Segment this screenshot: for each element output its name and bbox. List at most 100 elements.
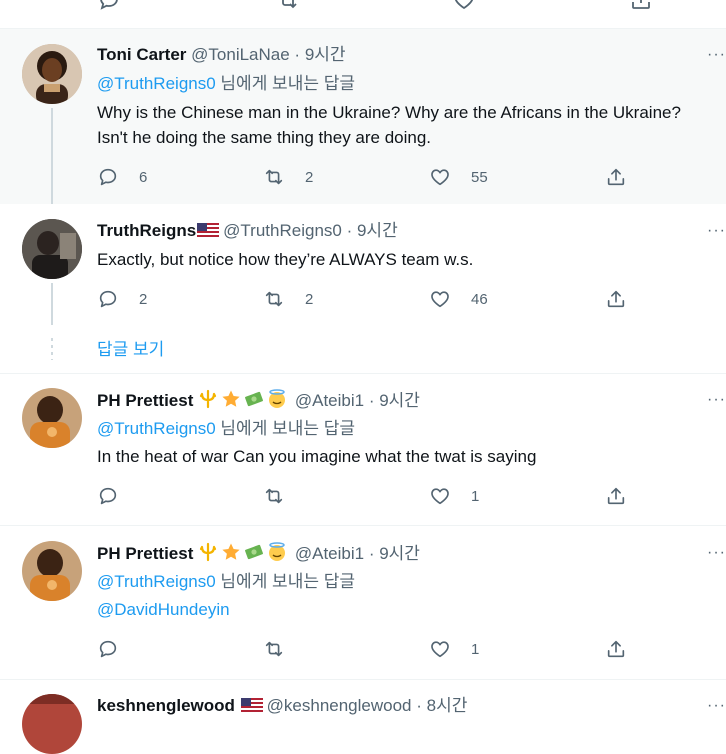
tweet-text: In the heat of war Can you imagine what … — [97, 447, 537, 466]
like-icon — [429, 166, 451, 188]
reply-icon — [97, 166, 119, 188]
retweet-icon — [263, 288, 285, 310]
share-icon — [605, 638, 627, 660]
avatar[interactable] — [22, 694, 82, 754]
share-button[interactable] — [605, 166, 627, 188]
timestamp[interactable]: 9시간 — [305, 45, 346, 64]
retweet-count: 2 — [305, 290, 314, 308]
more-icon[interactable]: ··· — [707, 391, 726, 409]
money-emoji — [245, 391, 264, 407]
retweet-icon[interactable] — [276, 0, 300, 12]
author-handle[interactable]: @TruthReigns0 — [223, 221, 342, 240]
timestamp[interactable]: 9시간 — [357, 221, 398, 240]
share-icon — [605, 166, 627, 188]
tweet-text: Why is the Chinese man in the Ukraine? W… — [97, 103, 681, 147]
reply-icon[interactable] — [97, 0, 121, 12]
author-name[interactable]: PH Prettiest — [97, 391, 193, 410]
retweet-button[interactable]: 2 — [263, 166, 313, 188]
author-name[interactable]: keshnenglewood — [97, 696, 235, 715]
author-handle[interactable]: @Ateibi1 — [295, 544, 364, 563]
tweet-header: PH Prettiest @Ateibi1 · 9시간 — [97, 542, 420, 565]
us-flag-icon — [240, 698, 263, 712]
trident-emoji — [200, 542, 217, 562]
like-button[interactable]: 1 — [429, 485, 479, 507]
timestamp[interactable]: 9시간 — [379, 391, 420, 410]
retweet-button[interactable] — [263, 485, 285, 507]
timestamp[interactable]: 9시간 — [379, 544, 420, 563]
author-handle[interactable]: @Ateibi1 — [295, 391, 364, 410]
mention-link[interactable]: @TruthReigns0 — [97, 74, 216, 93]
halo-emoji — [269, 542, 286, 561]
author-handle[interactable]: @keshnenglewood — [267, 696, 412, 715]
reply-icon — [97, 288, 119, 310]
trident-emoji — [200, 389, 217, 409]
like-count: 46 — [471, 290, 488, 308]
tweet-header: Toni Carter @ToniLaNae · 9시간 — [97, 44, 346, 66]
money-emoji — [245, 544, 264, 560]
share-button[interactable] — [605, 288, 627, 310]
show-replies-link[interactable]: 답글 보기 — [97, 335, 164, 360]
like-icon — [429, 638, 451, 660]
like-button[interactable]: 1 — [429, 638, 479, 660]
reply-to-suffix: 님에게 보내는 답글 — [215, 74, 355, 93]
more-icon[interactable]: ··· — [707, 46, 726, 64]
like-count: 1 — [471, 487, 480, 505]
avatar[interactable] — [22, 219, 82, 279]
replying-to: @TruthReigns0 님에게 보내는 답글 — [97, 73, 355, 95]
avatar[interactable] — [22, 44, 82, 104]
dot-separator: · — [364, 544, 380, 563]
more-icon[interactable]: ··· — [707, 222, 726, 240]
avatar[interactable] — [22, 541, 82, 601]
divider — [0, 679, 726, 680]
author-name[interactable]: TruthReigns — [97, 221, 196, 240]
reply-button[interactable]: 6 — [97, 166, 147, 188]
reply-to-suffix: 님에게 보내는 답글 — [215, 419, 355, 438]
like-count: 1 — [471, 640, 480, 658]
reply-to-suffix: 님에게 보내는 답글 — [215, 572, 355, 591]
retweet-icon — [263, 485, 285, 507]
dot-separator: · — [289, 45, 305, 64]
share-button[interactable] — [605, 638, 627, 660]
divider — [0, 525, 726, 526]
reply-icon — [97, 485, 119, 507]
halo-emoji — [269, 389, 286, 408]
mention-link[interactable]: @TruthReigns0 — [97, 572, 216, 591]
star-emoji — [222, 390, 240, 407]
share-icon[interactable] — [629, 0, 653, 12]
reply-icon — [97, 638, 119, 660]
dot-separator: · — [411, 696, 427, 715]
retweet-button[interactable]: 2 — [263, 288, 313, 310]
reply-button[interactable] — [97, 638, 119, 660]
avatar[interactable] — [22, 388, 82, 448]
reply-count: 2 — [139, 290, 148, 308]
more-icon[interactable]: ··· — [707, 544, 726, 562]
more-icon[interactable]: ··· — [707, 697, 726, 715]
like-icon[interactable] — [452, 0, 476, 12]
like-count: 55 — [471, 168, 488, 186]
mention-link[interactable]: @DavidHundeyin — [97, 597, 697, 622]
replying-to: @TruthReigns0 님에게 보내는 답글 — [97, 571, 355, 593]
author-name[interactable]: Toni Carter — [97, 45, 186, 64]
like-icon — [429, 485, 451, 507]
star-emoji — [222, 543, 240, 560]
reply-count: 6 — [139, 168, 148, 186]
dot-separator: · — [364, 391, 380, 410]
thread-line — [51, 108, 53, 204]
author-handle[interactable]: @ToniLaNae — [191, 45, 290, 64]
like-button[interactable]: 55 — [429, 166, 488, 188]
retweet-icon — [263, 166, 285, 188]
mention-link[interactable]: @TruthReigns0 — [97, 419, 216, 438]
tweet-text: Exactly, but notice how they’re ALWAYS t… — [97, 250, 474, 269]
share-button[interactable] — [605, 485, 627, 507]
retweet-count: 2 — [305, 168, 314, 186]
author-name[interactable]: PH Prettiest — [97, 544, 193, 563]
dot-separator: · — [341, 221, 357, 240]
tweet-header: PH Prettiest @Ateibi1 · 9시간 — [97, 389, 420, 412]
retweet-icon — [263, 638, 285, 660]
thread-line — [51, 283, 53, 325]
reply-button[interactable] — [97, 485, 119, 507]
reply-button[interactable]: 2 — [97, 288, 147, 310]
timestamp[interactable]: 8시간 — [427, 696, 468, 715]
like-button[interactable]: 46 — [429, 288, 488, 310]
retweet-button[interactable] — [263, 638, 285, 660]
